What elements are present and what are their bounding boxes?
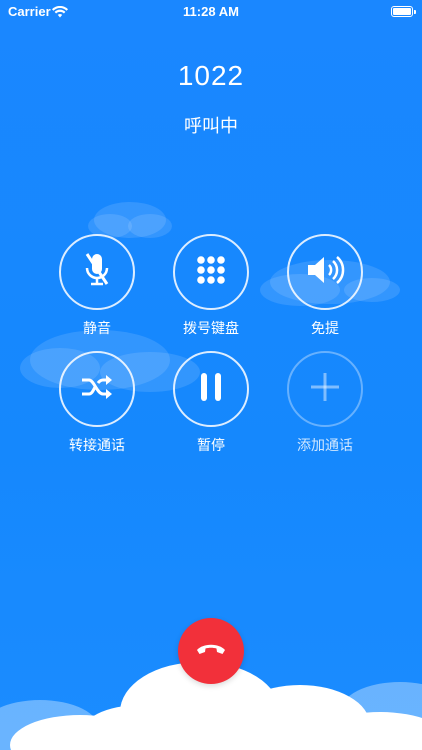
status-bar: Carrier 11:28 AM xyxy=(0,0,422,24)
call-status: 呼叫中 xyxy=(184,116,238,136)
add-call-button[interactable] xyxy=(287,351,363,427)
shuffle-transfer-icon xyxy=(80,372,114,407)
dialed-number: 1022 xyxy=(177,60,245,91)
pause-icon xyxy=(198,371,224,408)
transfer-call-label: 转接通话 xyxy=(69,437,125,453)
transfer-call-button[interactable] xyxy=(59,351,135,427)
speaker-label: 免提 xyxy=(311,320,339,336)
keypad-button[interactable] xyxy=(173,234,249,310)
add-call-label: 添加通话 xyxy=(297,437,353,453)
status-time: 11:28 AM xyxy=(183,4,239,19)
plus-icon xyxy=(309,371,341,408)
battery-icon xyxy=(391,6,416,17)
mic-muted-icon xyxy=(79,250,115,295)
hang-up-button[interactable] xyxy=(178,618,244,684)
hold-button[interactable] xyxy=(173,351,249,427)
phone-hangup-icon xyxy=(195,641,227,662)
keypad-icon xyxy=(193,252,229,293)
mute-label: 静音 xyxy=(83,320,111,336)
speaker-icon xyxy=(305,254,345,291)
mute-button[interactable] xyxy=(59,234,135,310)
hold-label: 暂停 xyxy=(197,437,225,453)
speaker-button[interactable] xyxy=(287,234,363,310)
keypad-label: 拨号键盘 xyxy=(183,320,239,336)
